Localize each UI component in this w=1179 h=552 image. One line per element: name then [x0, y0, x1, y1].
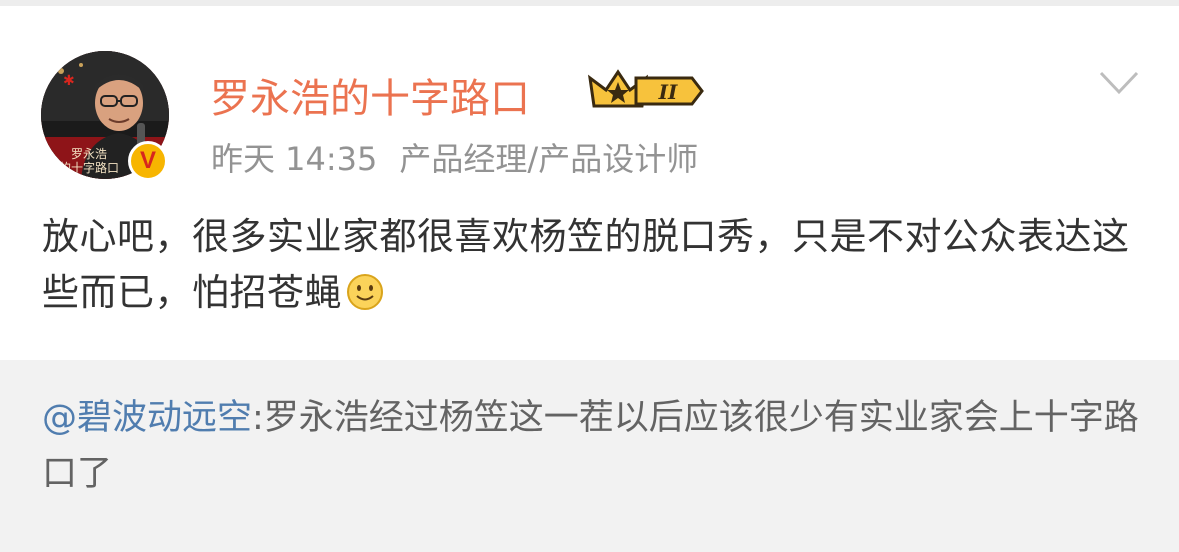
post-body: 放心吧，很多实业家都很喜欢杨笠的脱口秀，只是不对公众表达这些而已，怕招苍蝇 [42, 209, 1142, 321]
weibo-post-card: ✱ 罗永浩 的十字路口 V 罗永浩的十字路口 II 昨天 14:35 产品经理/产… [0, 6, 1179, 360]
vip-level-label: II [658, 80, 678, 104]
smile-emoji-icon [347, 274, 383, 310]
avatar-caption-line1: 罗永浩 [70, 147, 107, 161]
post-meta: 昨天 14:35 产品经理/产品设计师 [211, 134, 698, 180]
post-time: 昨天 14:35 [211, 140, 378, 178]
chevron-down-icon[interactable] [1098, 68, 1140, 98]
verified-badge-icon: V [128, 141, 168, 181]
repost-content: @碧波动远空:罗永浩经过杨笠这一茬以后应该很少有实业家会上十字路口了 [42, 390, 1152, 502]
svg-text:✱: ✱ [63, 73, 75, 89]
username[interactable]: 罗永浩的十字路口 [210, 66, 530, 124]
avatar-caption: 罗永浩 的十字路口 [49, 147, 129, 175]
crown-vip-badge-icon[interactable]: II [588, 68, 706, 114]
repost-section[interactable]: @碧波动远空:罗永浩经过杨笠这一茬以后应该很少有实业家会上十字路口了 [0, 360, 1179, 552]
author-tagline: 产品经理/产品设计师 [399, 140, 699, 178]
post-body-text: 放心吧，很多实业家都很喜欢杨笠的脱口秀，只是不对公众表达这些而已，怕招苍蝇 [42, 215, 1130, 314]
mention-link[interactable]: @碧波动远空 [42, 398, 252, 438]
avatar-caption-line2: 的十字路口 [58, 161, 119, 175]
